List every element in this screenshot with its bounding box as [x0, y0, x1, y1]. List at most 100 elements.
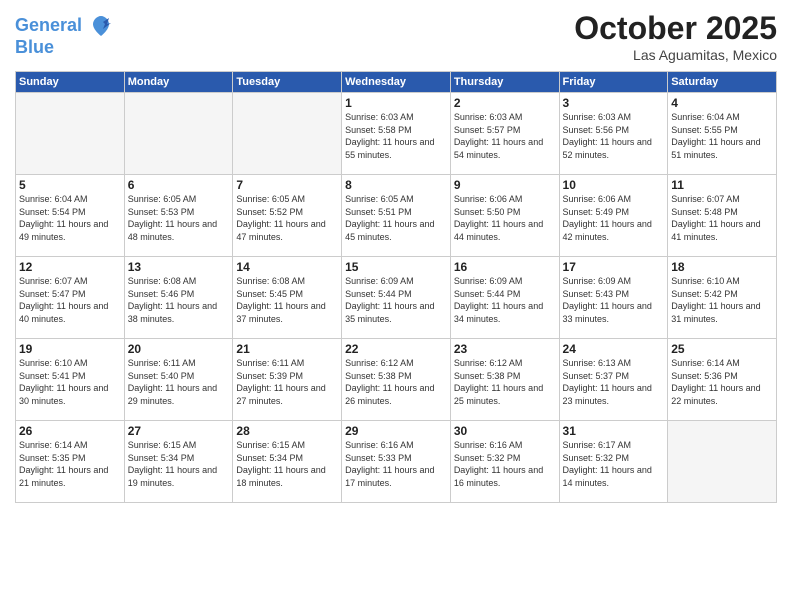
calendar-cell: 7Sunrise: 6:05 AMSunset: 5:52 PMDaylight…: [233, 175, 342, 257]
day-info: Sunrise: 6:03 AMSunset: 5:56 PMDaylight:…: [563, 111, 665, 161]
calendar-page: General Blue October 2025 Las Aguamitas,…: [0, 0, 792, 612]
weekday-header-thursday: Thursday: [450, 72, 559, 93]
calendar-cell: 24Sunrise: 6:13 AMSunset: 5:37 PMDayligh…: [559, 339, 668, 421]
weekday-header-saturday: Saturday: [668, 72, 777, 93]
calendar-cell: 23Sunrise: 6:12 AMSunset: 5:38 PMDayligh…: [450, 339, 559, 421]
calendar-cell: 25Sunrise: 6:14 AMSunset: 5:36 PMDayligh…: [668, 339, 777, 421]
day-number: 6: [128, 178, 230, 192]
day-info: Sunrise: 6:06 AMSunset: 5:49 PMDaylight:…: [563, 193, 665, 243]
day-info: Sunrise: 6:09 AMSunset: 5:44 PMDaylight:…: [345, 275, 447, 325]
weekday-header-sunday: Sunday: [16, 72, 125, 93]
calendar-cell: 5Sunrise: 6:04 AMSunset: 5:54 PMDaylight…: [16, 175, 125, 257]
day-info: Sunrise: 6:10 AMSunset: 5:41 PMDaylight:…: [19, 357, 121, 407]
day-number: 31: [563, 424, 665, 438]
day-number: 10: [563, 178, 665, 192]
day-number: 26: [19, 424, 121, 438]
day-info: Sunrise: 6:09 AMSunset: 5:43 PMDaylight:…: [563, 275, 665, 325]
calendar-cell: 4Sunrise: 6:04 AMSunset: 5:55 PMDaylight…: [668, 93, 777, 175]
weekday-header-tuesday: Tuesday: [233, 72, 342, 93]
calendar-cell: 9Sunrise: 6:06 AMSunset: 5:50 PMDaylight…: [450, 175, 559, 257]
weekday-header-friday: Friday: [559, 72, 668, 93]
day-number: 28: [236, 424, 338, 438]
title-area: October 2025 Las Aguamitas, Mexico: [574, 10, 777, 63]
day-number: 4: [671, 96, 773, 110]
calendar-cell: 17Sunrise: 6:09 AMSunset: 5:43 PMDayligh…: [559, 257, 668, 339]
calendar-cell: 6Sunrise: 6:05 AMSunset: 5:53 PMDaylight…: [124, 175, 233, 257]
calendar-cell: 2Sunrise: 6:03 AMSunset: 5:57 PMDaylight…: [450, 93, 559, 175]
day-number: 9: [454, 178, 556, 192]
calendar-cell: 30Sunrise: 6:16 AMSunset: 5:32 PMDayligh…: [450, 421, 559, 503]
day-info: Sunrise: 6:05 AMSunset: 5:52 PMDaylight:…: [236, 193, 338, 243]
day-number: 14: [236, 260, 338, 274]
calendar-week-row: 26Sunrise: 6:14 AMSunset: 5:35 PMDayligh…: [16, 421, 777, 503]
calendar-cell: 1Sunrise: 6:03 AMSunset: 5:58 PMDaylight…: [342, 93, 451, 175]
day-number: 30: [454, 424, 556, 438]
day-info: Sunrise: 6:15 AMSunset: 5:34 PMDaylight:…: [236, 439, 338, 489]
calendar-week-row: 19Sunrise: 6:10 AMSunset: 5:41 PMDayligh…: [16, 339, 777, 421]
day-info: Sunrise: 6:16 AMSunset: 5:33 PMDaylight:…: [345, 439, 447, 489]
logo: General Blue: [15, 14, 113, 58]
day-number: 13: [128, 260, 230, 274]
calendar-cell: [668, 421, 777, 503]
calendar-cell: 16Sunrise: 6:09 AMSunset: 5:44 PMDayligh…: [450, 257, 559, 339]
day-info: Sunrise: 6:12 AMSunset: 5:38 PMDaylight:…: [454, 357, 556, 407]
calendar-cell: 11Sunrise: 6:07 AMSunset: 5:48 PMDayligh…: [668, 175, 777, 257]
calendar-week-row: 12Sunrise: 6:07 AMSunset: 5:47 PMDayligh…: [16, 257, 777, 339]
day-info: Sunrise: 6:08 AMSunset: 5:46 PMDaylight:…: [128, 275, 230, 325]
day-number: 1: [345, 96, 447, 110]
day-number: 3: [563, 96, 665, 110]
calendar-cell: [124, 93, 233, 175]
calendar-cell: 13Sunrise: 6:08 AMSunset: 5:46 PMDayligh…: [124, 257, 233, 339]
day-info: Sunrise: 6:16 AMSunset: 5:32 PMDaylight:…: [454, 439, 556, 489]
day-info: Sunrise: 6:12 AMSunset: 5:38 PMDaylight:…: [345, 357, 447, 407]
calendar-cell: 22Sunrise: 6:12 AMSunset: 5:38 PMDayligh…: [342, 339, 451, 421]
day-info: Sunrise: 6:11 AMSunset: 5:40 PMDaylight:…: [128, 357, 230, 407]
calendar-cell: 14Sunrise: 6:08 AMSunset: 5:45 PMDayligh…: [233, 257, 342, 339]
calendar-cell: 29Sunrise: 6:16 AMSunset: 5:33 PMDayligh…: [342, 421, 451, 503]
day-info: Sunrise: 6:10 AMSunset: 5:42 PMDaylight:…: [671, 275, 773, 325]
weekday-header-row: SundayMondayTuesdayWednesdayThursdayFrid…: [16, 72, 777, 93]
day-info: Sunrise: 6:07 AMSunset: 5:48 PMDaylight:…: [671, 193, 773, 243]
day-info: Sunrise: 6:09 AMSunset: 5:44 PMDaylight:…: [454, 275, 556, 325]
day-number: 7: [236, 178, 338, 192]
day-number: 22: [345, 342, 447, 356]
calendar-cell: 27Sunrise: 6:15 AMSunset: 5:34 PMDayligh…: [124, 421, 233, 503]
day-number: 18: [671, 260, 773, 274]
day-number: 16: [454, 260, 556, 274]
day-info: Sunrise: 6:05 AMSunset: 5:53 PMDaylight:…: [128, 193, 230, 243]
day-info: Sunrise: 6:07 AMSunset: 5:47 PMDaylight:…: [19, 275, 121, 325]
day-info: Sunrise: 6:06 AMSunset: 5:50 PMDaylight:…: [454, 193, 556, 243]
calendar-cell: 15Sunrise: 6:09 AMSunset: 5:44 PMDayligh…: [342, 257, 451, 339]
day-number: 29: [345, 424, 447, 438]
day-info: Sunrise: 6:11 AMSunset: 5:39 PMDaylight:…: [236, 357, 338, 407]
calendar-cell: 3Sunrise: 6:03 AMSunset: 5:56 PMDaylight…: [559, 93, 668, 175]
day-number: 8: [345, 178, 447, 192]
calendar-week-row: 1Sunrise: 6:03 AMSunset: 5:58 PMDaylight…: [16, 93, 777, 175]
day-info: Sunrise: 6:14 AMSunset: 5:35 PMDaylight:…: [19, 439, 121, 489]
day-info: Sunrise: 6:05 AMSunset: 5:51 PMDaylight:…: [345, 193, 447, 243]
calendar-cell: 19Sunrise: 6:10 AMSunset: 5:41 PMDayligh…: [16, 339, 125, 421]
day-number: 27: [128, 424, 230, 438]
calendar-cell: [233, 93, 342, 175]
day-number: 2: [454, 96, 556, 110]
day-info: Sunrise: 6:15 AMSunset: 5:34 PMDaylight:…: [128, 439, 230, 489]
calendar-cell: [16, 93, 125, 175]
weekday-header-wednesday: Wednesday: [342, 72, 451, 93]
day-info: Sunrise: 6:03 AMSunset: 5:58 PMDaylight:…: [345, 111, 447, 161]
day-info: Sunrise: 6:03 AMSunset: 5:57 PMDaylight:…: [454, 111, 556, 161]
location: Las Aguamitas, Mexico: [574, 47, 777, 63]
day-number: 20: [128, 342, 230, 356]
day-number: 23: [454, 342, 556, 356]
day-info: Sunrise: 6:17 AMSunset: 5:32 PMDaylight:…: [563, 439, 665, 489]
calendar-cell: 28Sunrise: 6:15 AMSunset: 5:34 PMDayligh…: [233, 421, 342, 503]
calendar-cell: 8Sunrise: 6:05 AMSunset: 5:51 PMDaylight…: [342, 175, 451, 257]
calendar-cell: 21Sunrise: 6:11 AMSunset: 5:39 PMDayligh…: [233, 339, 342, 421]
header: General Blue October 2025 Las Aguamitas,…: [15, 10, 777, 63]
day-number: 25: [671, 342, 773, 356]
day-info: Sunrise: 6:04 AMSunset: 5:54 PMDaylight:…: [19, 193, 121, 243]
logo-blue-text: Blue: [15, 38, 113, 58]
day-number: 19: [19, 342, 121, 356]
calendar-cell: 12Sunrise: 6:07 AMSunset: 5:47 PMDayligh…: [16, 257, 125, 339]
day-number: 17: [563, 260, 665, 274]
calendar-week-row: 5Sunrise: 6:04 AMSunset: 5:54 PMDaylight…: [16, 175, 777, 257]
